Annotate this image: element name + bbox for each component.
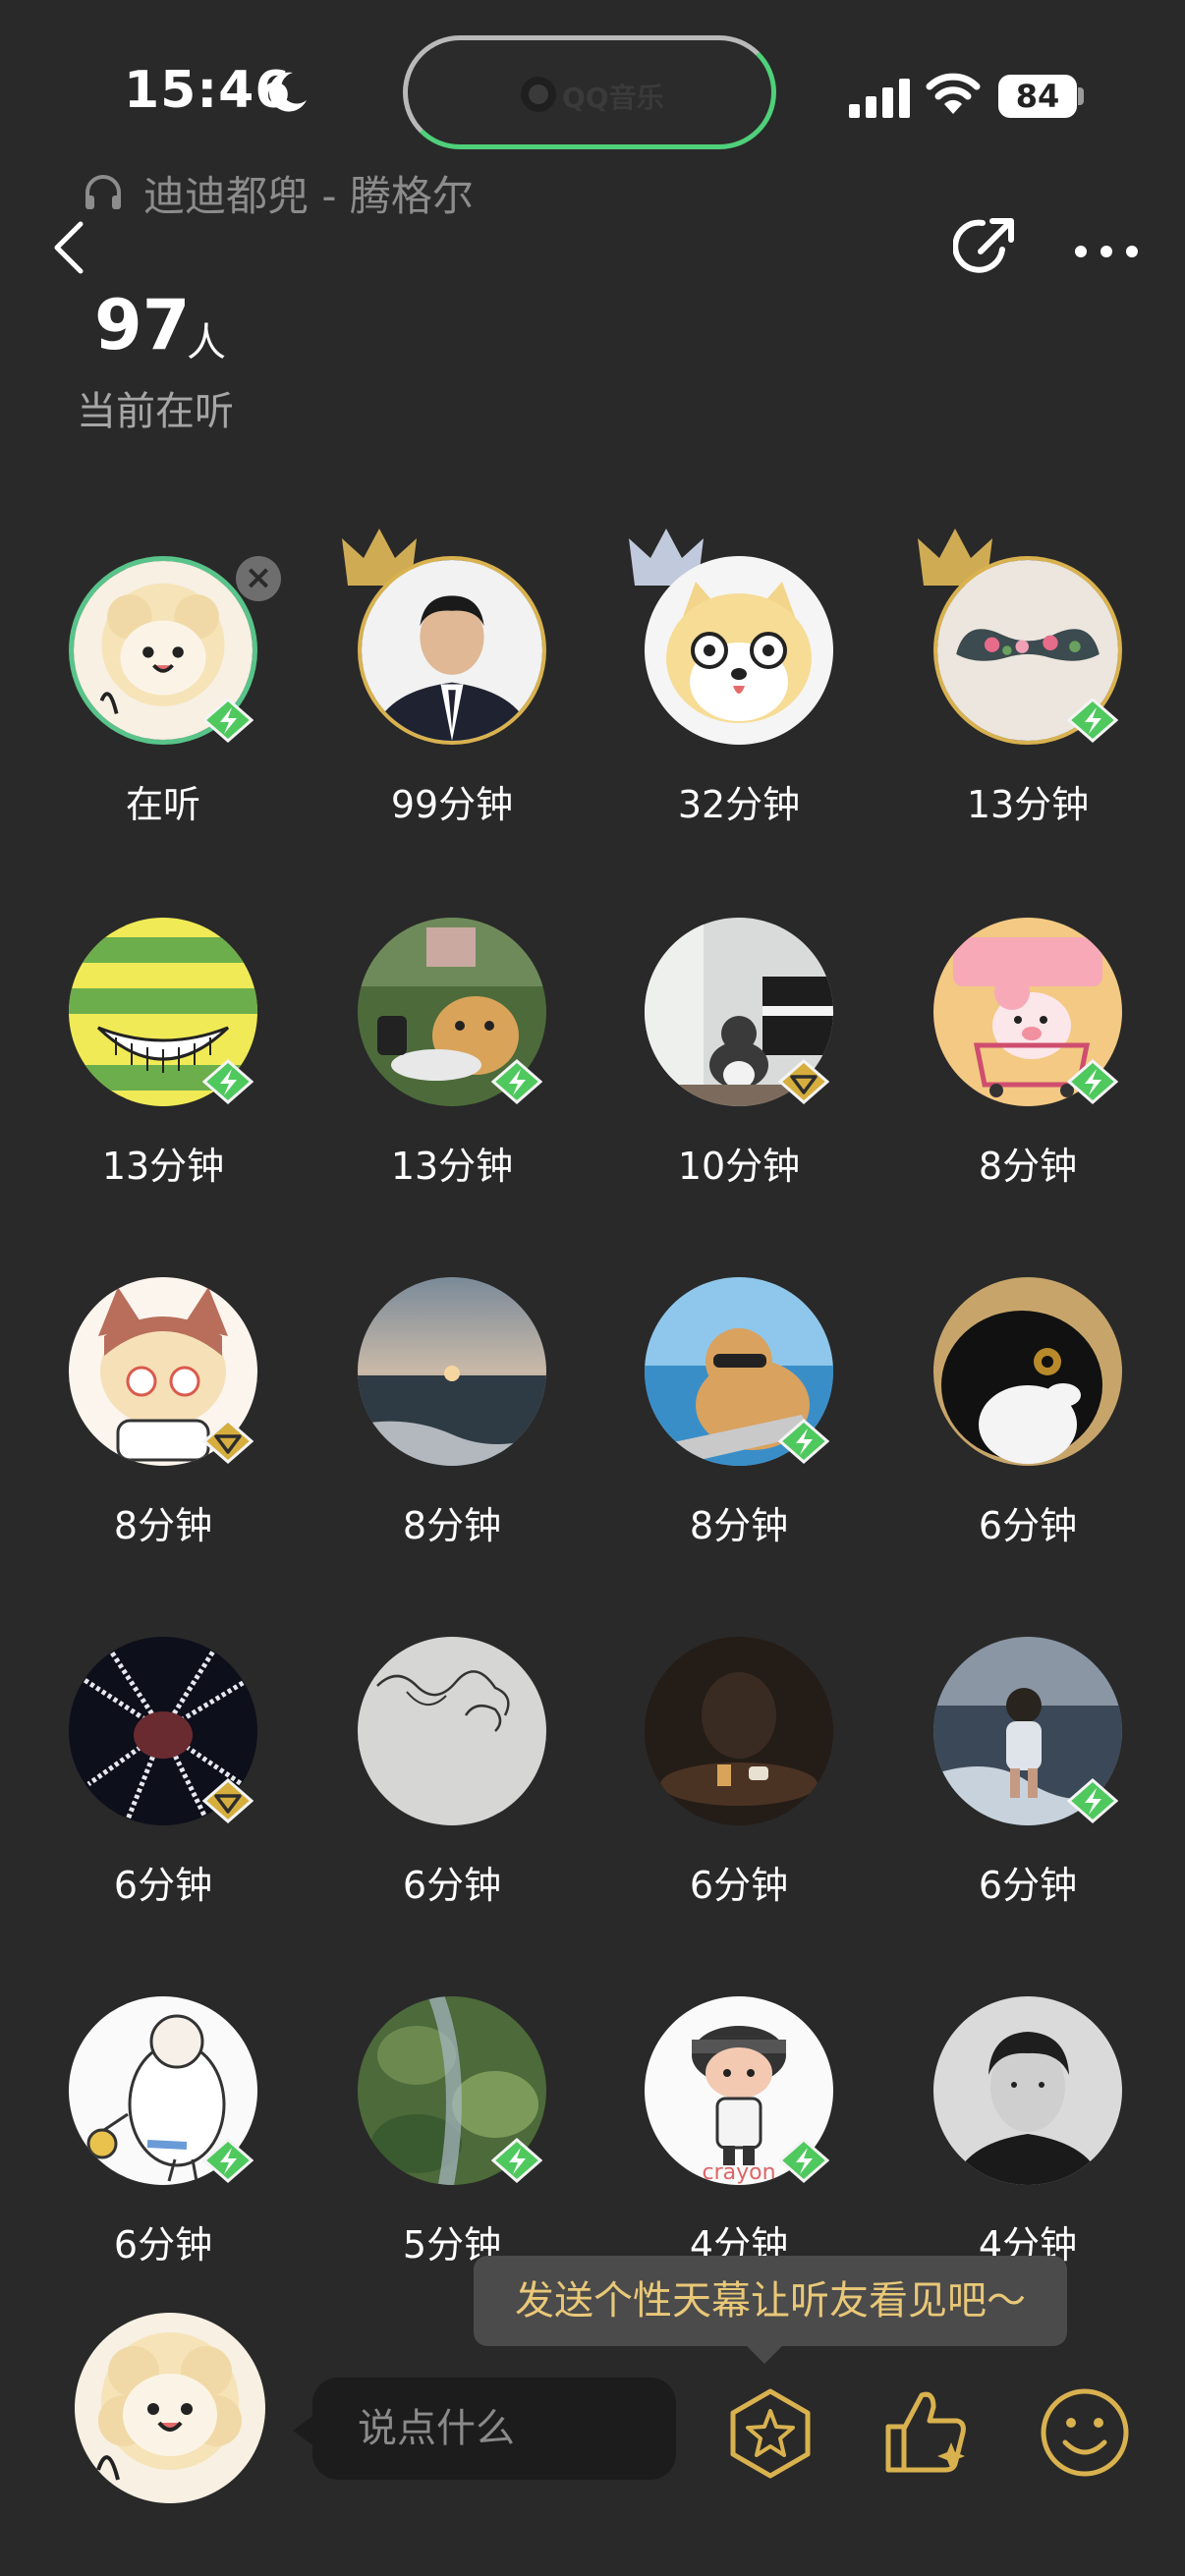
- cellular-signal-icon: [849, 79, 910, 118]
- listener-item[interactable]: 99分钟: [309, 529, 595, 870]
- listen-duration: 8分钟: [113, 1504, 213, 1547]
- vip-diamond-badge-icon: [777, 1059, 830, 1104]
- listen-duration: 6分钟: [689, 1864, 789, 1907]
- vip-diamond-badge-icon: [201, 1419, 254, 1464]
- vip-lightning-badge-icon: [201, 2138, 254, 2183]
- vip-lightning-badge-icon: [201, 1059, 254, 1104]
- battery-tip: [1078, 87, 1084, 105]
- star-badge-icon[interactable]: [723, 2385, 818, 2480]
- listener-item[interactable]: 13分钟: [20, 918, 307, 1232]
- listen-duration: 10分钟: [677, 1145, 801, 1188]
- listener-item[interactable]: 8分钟: [20, 1277, 307, 1592]
- tooltip-arrow: [747, 2346, 782, 2364]
- listener-item[interactable]: 13分钟: [309, 918, 595, 1232]
- thumbs-up-icon[interactable]: [878, 2381, 973, 2476]
- back-icon[interactable]: [51, 220, 86, 275]
- listener-item[interactable]: 10分钟: [595, 918, 882, 1232]
- listen-duration: 32分钟: [677, 783, 801, 826]
- listen-duration: 8分钟: [402, 1504, 502, 1547]
- vip-lightning-badge-icon: [777, 2138, 830, 2183]
- listener-count-label: 当前在听: [77, 389, 234, 434]
- listener-count: 97: [94, 285, 191, 365]
- listener-item[interactable]: 6分钟: [595, 1637, 882, 1951]
- listen-duration: 6分钟: [978, 1864, 1078, 1907]
- vip-lightning-badge-icon: [777, 1419, 830, 1464]
- vip-lightning-badge-icon: [201, 698, 254, 743]
- headphone-icon: [85, 175, 121, 209]
- listen-duration: 13分钟: [101, 1145, 225, 1188]
- listener-item[interactable]: 13分钟: [884, 529, 1171, 870]
- listen-duration: 13分钟: [966, 783, 1090, 826]
- listener-item[interactable]: 6分钟: [309, 1637, 595, 1951]
- wifi-icon: [926, 73, 981, 114]
- chat-input[interactable]: 说点什么: [312, 2378, 676, 2480]
- avatar-caption: crayon: [702, 2160, 775, 2185]
- my-avatar[interactable]: [75, 2313, 265, 2503]
- listener-item[interactable]: 6分钟: [884, 1277, 1171, 1592]
- listener-item[interactable]: 32分钟: [595, 529, 882, 870]
- listen-duration: 8分钟: [689, 1504, 789, 1547]
- listener-item[interactable]: 6分钟: [20, 1637, 307, 1951]
- listen-duration: 99分钟: [390, 783, 514, 826]
- listener-item[interactable]: 6分钟: [884, 1637, 1171, 1951]
- listen-duration: 13分钟: [390, 1145, 514, 1188]
- barrage-tooltip[interactable]: 发送个性天幕让听友看见吧～: [474, 2256, 1067, 2346]
- chat-input-pointer: [293, 2415, 314, 2446]
- vip-diamond-badge-icon: [201, 1778, 254, 1823]
- close-icon[interactable]: ×: [236, 556, 281, 601]
- share-icon[interactable]: [953, 214, 1018, 279]
- emoji-icon[interactable]: [1038, 2385, 1132, 2480]
- listener-avatar[interactable]: [645, 556, 833, 745]
- vip-lightning-badge-icon: [490, 1059, 543, 1104]
- listener-avatar[interactable]: [358, 1637, 546, 1825]
- vip-lightning-badge-icon: [490, 2138, 543, 2183]
- listener-item[interactable]: 8分钟: [884, 918, 1171, 1232]
- listener-avatar[interactable]: [933, 1996, 1122, 2185]
- qq-music-logo-icon: [521, 77, 556, 112]
- listen-duration: 6分钟: [402, 1864, 502, 1907]
- listener-item[interactable]: 8分钟: [309, 1277, 595, 1592]
- vip-lightning-badge-icon: [1066, 698, 1119, 743]
- listener-avatar[interactable]: [358, 556, 546, 745]
- moon-icon: [268, 72, 307, 112]
- vip-lightning-badge-icon: [1066, 1778, 1119, 1823]
- vip-lightning-badge-icon: [1066, 1059, 1119, 1104]
- listener-count-unit: 人: [187, 320, 226, 365]
- listen-duration: 6分钟: [978, 1504, 1078, 1547]
- listener-avatar[interactable]: [933, 1277, 1122, 1466]
- dynamic-island-app-name: QQ音乐: [562, 82, 664, 114]
- listen-duration: 在听: [125, 783, 200, 826]
- listen-duration: 8分钟: [978, 1145, 1078, 1188]
- listener-avatar[interactable]: [645, 1637, 833, 1825]
- listener-avatar[interactable]: [358, 1277, 546, 1466]
- listen-duration: 6分钟: [113, 1864, 213, 1907]
- song-title: 迪迪都兜 - 腾格尔: [143, 172, 474, 220]
- more-icon[interactable]: [1073, 232, 1140, 271]
- listen-duration: 6分钟: [113, 2223, 213, 2267]
- listener-item[interactable]: × 在听: [20, 556, 307, 870]
- battery-level: 84: [998, 75, 1077, 118]
- listener-item[interactable]: 6分钟: [20, 1996, 307, 2311]
- listener-item[interactable]: 8分钟: [595, 1277, 882, 1592]
